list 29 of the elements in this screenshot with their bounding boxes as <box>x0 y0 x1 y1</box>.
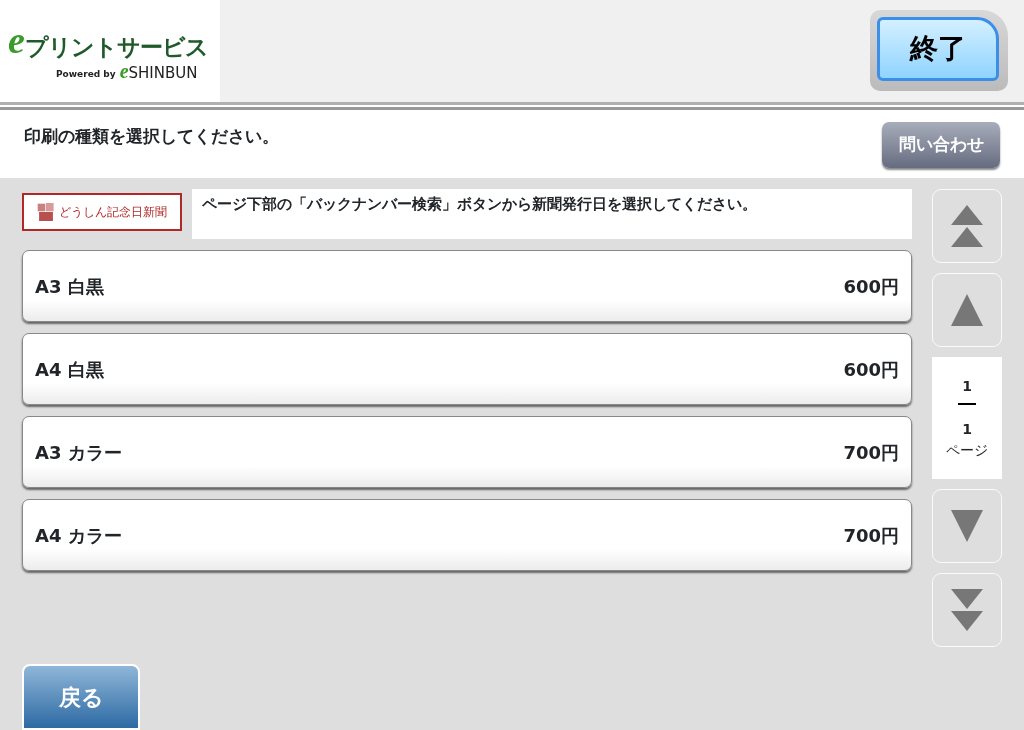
option-label: A3 カラー <box>35 440 122 465</box>
badge-text: どうしん記念日新聞 <box>59 204 167 221</box>
instruction-text: 印刷の種類を選択してください。 <box>24 125 279 148</box>
option-label: A4 白黒 <box>35 357 104 382</box>
brand-mark: e <box>119 61 129 81</box>
option-label: A3 白黒 <box>35 274 104 299</box>
powered-by-text: Powered by <box>56 67 116 81</box>
brand-name: SHINBUN <box>128 66 198 81</box>
print-option[interactable]: A3 白黒 600円 <box>22 250 912 322</box>
page-down-button[interactable] <box>932 489 1002 563</box>
print-option[interactable]: A4 白黒 600円 <box>22 333 912 405</box>
total-pages: 1 <box>962 419 972 439</box>
option-label: A4 カラー <box>35 523 122 548</box>
page-up-button[interactable] <box>932 273 1002 347</box>
current-page: 1 <box>962 376 972 396</box>
logo-title: プリントサービス <box>24 36 208 59</box>
first-page-button[interactable] <box>932 189 1002 263</box>
exit-button[interactable]: 終了 <box>877 17 999 81</box>
option-price: 700円 <box>843 440 899 465</box>
option-price: 600円 <box>843 357 899 382</box>
print-option[interactable]: A3 カラー 700円 <box>22 416 912 488</box>
notice-text: ページ下部の「バックナンバー検索」ボタンから新聞発行日を選択してください。 <box>192 189 912 239</box>
option-price: 600円 <box>843 274 899 299</box>
option-price: 700円 <box>843 523 899 548</box>
logo-mark: e <box>8 21 25 59</box>
page-unit: ページ <box>946 440 988 460</box>
last-page-button[interactable] <box>932 573 1002 647</box>
print-option[interactable]: A4 カラー 700円 <box>22 499 912 571</box>
blocks-icon <box>37 201 55 223</box>
